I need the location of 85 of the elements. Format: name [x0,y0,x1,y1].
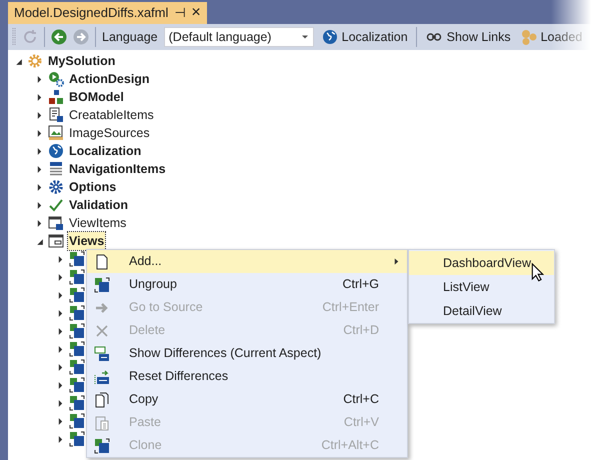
tree-item[interactable]: Validation [68,196,130,214]
expand-icon[interactable] [56,398,65,408]
page-icon [94,254,110,270]
tree-item[interactable]: Localization [68,142,142,160]
check-icon [48,197,64,213]
clipboard-icon [94,414,110,430]
collapse-icon[interactable] [35,236,44,246]
list-icon [48,161,64,177]
view-icon [69,341,85,357]
close-icon[interactable]: × [191,1,201,25]
copy-icon [94,392,110,408]
view-icon [69,305,85,321]
expand-icon[interactable] [35,182,44,192]
expand-icon[interactable] [35,74,44,84]
expand-icon[interactable] [56,416,65,426]
expand-icon[interactable] [35,218,44,228]
cursor-icon [530,262,544,282]
language-dropdown[interactable]: (Default language) [164,27,314,47]
grip-icon [12,28,16,46]
close-icon [94,322,110,338]
window-icon [48,233,64,249]
expand-icon[interactable] [56,254,65,264]
tree-item[interactable]: ActionDesign [68,70,151,88]
tree-item[interactable]: MySolution [47,52,116,70]
loaded-button[interactable]: Loaded [518,28,584,46]
view-icon [69,251,85,267]
xml-files-icon [94,346,110,362]
menu-item[interactable]: Show Differences (Current Aspect) [87,342,407,365]
view-icon [69,323,85,339]
expand-icon[interactable] [35,200,44,210]
window-icon [48,215,64,231]
view-icon [94,438,110,454]
view-icon [69,359,85,375]
gear-icon [27,53,43,69]
document-tab[interactable]: Model.DesignedDiffs.xafml ⊣ × [8,2,207,24]
tree-item[interactable]: BOModel [68,88,125,106]
tree-item[interactable]: CreatableItems [68,106,155,124]
expand-icon[interactable] [56,290,65,300]
tree-item[interactable]: Views [68,232,106,250]
menu-item[interactable]: Add... [87,250,407,273]
expand-icon[interactable] [35,110,44,120]
expand-icon[interactable] [56,326,65,336]
blocks-icon [48,89,64,105]
xml-file-icon [94,368,110,384]
expand-icon[interactable] [56,380,65,390]
gear-icon [48,179,64,195]
expand-icon[interactable] [35,128,44,138]
view-icon [69,395,85,411]
expand-icon[interactable] [35,164,44,174]
expand-icon[interactable] [56,344,65,354]
language-label: Language [102,28,158,46]
dots-icon [520,29,537,45]
view-icon [69,269,85,285]
image-icon [48,125,64,141]
tree-item[interactable]: ViewItems [68,214,128,232]
view-icon [94,276,110,292]
caret-icon [300,33,309,41]
back-icon[interactable] [51,29,67,45]
tree-item[interactable]: Options [68,178,118,196]
localization-button[interactable]: Localization [320,28,410,46]
menu-item[interactable]: Ungroup Ctrl+G [87,273,407,296]
expand-icon[interactable] [56,362,65,372]
view-icon [69,413,85,429]
globe-icon [48,143,64,159]
expand-icon[interactable] [56,308,65,318]
submenu-item[interactable]: ListView [409,275,554,299]
document-icon [48,107,64,123]
collapse-icon[interactable] [14,56,23,66]
tree-item[interactable]: NavigationItems [68,160,167,178]
menu-item[interactable]: Copy Ctrl+C [87,388,407,411]
expand-icon[interactable] [56,272,65,282]
tree-item[interactable]: ImageSources [68,124,151,142]
pin-icon[interactable]: ⊣ [174,3,186,23]
show-links-button[interactable]: Show Links [422,28,513,46]
expand-icon[interactable] [35,146,44,156]
expand-icon[interactable] [56,434,65,444]
submenu-item[interactable]: DashboardView [409,251,554,275]
view-icon [69,431,85,447]
view-icon [69,287,85,303]
submenu-item[interactable]: DetailView [409,299,554,323]
menu-item[interactable]: Reset Differences [87,365,407,388]
play-gear-icon [48,71,64,87]
globe-icon [322,29,338,45]
view-icon [69,377,85,393]
expand-icon[interactable] [35,92,44,102]
